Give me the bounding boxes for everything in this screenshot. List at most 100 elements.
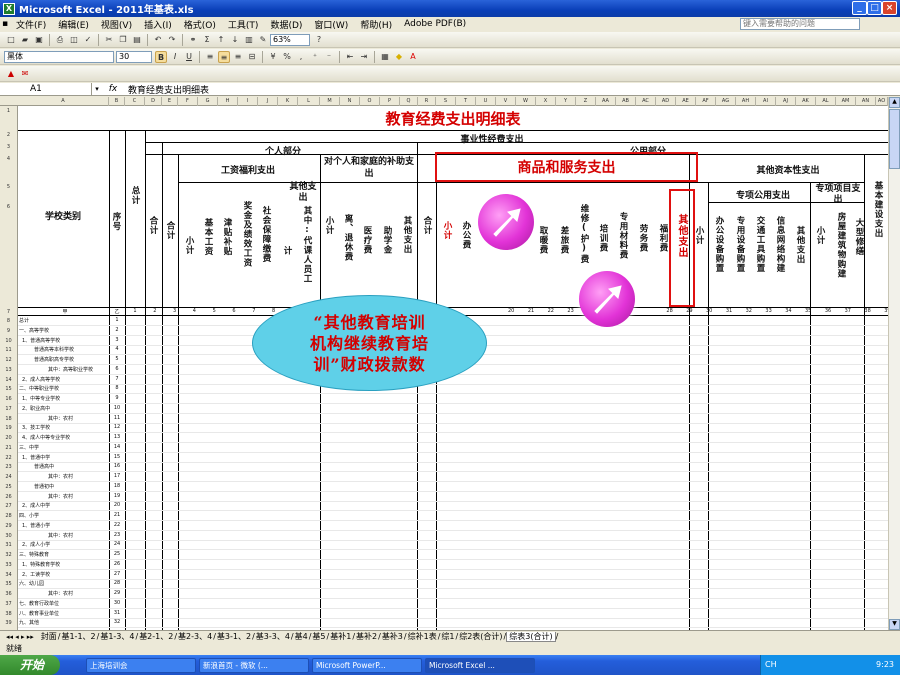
sheet-tab[interactable]: 基3-3、4 xyxy=(255,632,291,641)
row-number[interactable]: 36 xyxy=(0,591,17,597)
sort-desc-icon[interactable]: ↓ xyxy=(229,34,241,46)
borders-icon[interactable]: ▦ xyxy=(379,51,391,63)
row-number[interactable]: 13 xyxy=(0,367,17,373)
row-number[interactable]: 31 xyxy=(0,542,17,548)
sheet-tab[interactable]: 综表3(合计) xyxy=(506,632,556,642)
row-number[interactable]: 37 xyxy=(0,601,17,607)
sheet-tab[interactable]: 基1-3、4 xyxy=(99,632,135,641)
sheet-tab[interactable]: 基补3 xyxy=(381,632,404,641)
column-letter[interactable]: G xyxy=(198,97,218,106)
minimize-button[interactable]: _ xyxy=(852,1,867,15)
column-letter[interactable]: AJ xyxy=(776,97,796,106)
formula-content[interactable]: 教育经费支出明细表 xyxy=(124,83,209,96)
row-number[interactable]: 15 xyxy=(0,386,17,392)
save-icon[interactable]: ▣ xyxy=(33,34,45,46)
row-number[interactable]: 39 xyxy=(0,620,17,626)
font-size-select[interactable]: 30 xyxy=(116,50,152,63)
column-letter[interactable]: AO xyxy=(876,97,888,106)
column-letter[interactable]: A xyxy=(18,97,109,106)
row-number[interactable]: 2 xyxy=(0,132,17,138)
row-number[interactable]: 18 xyxy=(0,416,17,422)
row-number[interactable]: 26 xyxy=(0,494,17,500)
column-letter[interactable]: AF xyxy=(696,97,716,106)
ime-indicator[interactable]: CH xyxy=(765,655,777,675)
task-browser[interactable]: 新浪首页 - 微软 (... xyxy=(199,657,309,673)
row-number[interactable]: 27 xyxy=(0,503,17,509)
task-folder[interactable]: 上海培训会 xyxy=(86,657,196,673)
column-letter[interactable]: B xyxy=(109,97,125,106)
column-letter[interactable]: H xyxy=(218,97,238,106)
row-number[interactable]: 5 xyxy=(0,184,17,190)
row-number[interactable]: 14 xyxy=(0,377,17,383)
help-icon[interactable]: ? xyxy=(313,34,325,46)
sheet-tab[interactable]: 基1-1、2 xyxy=(60,632,96,641)
column-letter[interactable]: W xyxy=(516,97,536,106)
column-letter[interactable]: K xyxy=(278,97,298,106)
outdent-icon[interactable]: ⇤ xyxy=(344,51,356,63)
currency-icon[interactable]: ¥ xyxy=(267,51,279,63)
cut-icon[interactable]: ✂ xyxy=(103,34,115,46)
sheet-tab[interactable]: 基3-1、2 xyxy=(216,632,252,641)
chart-icon[interactable]: ▥ xyxy=(243,34,255,46)
row-number[interactable]: 10 xyxy=(0,338,17,344)
task-powerpoint[interactable]: Microsoft PowerP... xyxy=(312,657,422,673)
inc-decimal-icon[interactable]: ⁺ xyxy=(309,51,321,63)
namebox-dropdown-icon[interactable]: ▾ xyxy=(92,85,102,93)
sheet-tab[interactable]: 综2表(合计) xyxy=(458,632,503,641)
row-number[interactable]: 32 xyxy=(0,552,17,558)
column-letter[interactable]: AC xyxy=(636,97,656,106)
sheet-tab[interactable]: 综1 xyxy=(440,632,455,641)
row-number[interactable]: 7 xyxy=(0,309,17,315)
row-number[interactable]: 3 xyxy=(0,144,17,150)
column-letter[interactable]: L xyxy=(298,97,320,106)
font-color-icon[interactable]: A xyxy=(407,51,419,63)
row-number[interactable]: 11 xyxy=(0,347,17,353)
column-letter[interactable]: N xyxy=(340,97,360,106)
percent-icon[interactable]: % xyxy=(281,51,293,63)
paste-icon[interactable]: ▤ xyxy=(131,34,143,46)
preview-icon[interactable]: ◫ xyxy=(68,34,80,46)
drawing-icon[interactable]: ✎ xyxy=(257,34,269,46)
bold-icon[interactable]: B xyxy=(155,50,167,63)
merge-center-icon[interactable]: ⊟ xyxy=(246,51,258,63)
copy-icon[interactable]: ❐ xyxy=(117,34,129,46)
task-excel[interactable]: Microsoft Excel ... xyxy=(425,657,535,673)
row-number[interactable]: 19 xyxy=(0,425,17,431)
row-number[interactable]: 34 xyxy=(0,572,17,578)
sheet-tab[interactable]: 综补1表 xyxy=(407,632,438,641)
column-letter[interactable]: AK xyxy=(796,97,816,106)
help-search-input[interactable]: 键入需要帮助的问题 xyxy=(740,18,860,30)
row-number[interactable]: 1 xyxy=(0,108,17,114)
column-letter[interactable]: X xyxy=(536,97,556,106)
align-right-icon[interactable]: ≡ xyxy=(232,51,244,63)
column-letter[interactable]: P xyxy=(380,97,400,106)
scroll-up-icon[interactable]: ▲ xyxy=(889,97,900,108)
fx-icon[interactable]: fx xyxy=(102,84,124,94)
sheet-tab[interactable]: 基4 xyxy=(294,632,309,641)
row-number[interactable]: 17 xyxy=(0,406,17,412)
print-icon[interactable]: ⎙ xyxy=(54,34,66,46)
column-letter[interactable]: S xyxy=(436,97,456,106)
redo-icon[interactable]: ↷ xyxy=(166,34,178,46)
vertical-scrollbar[interactable]: ▲ ▼ xyxy=(888,97,900,630)
row-number[interactable]: 33 xyxy=(0,562,17,568)
name-box[interactable]: A1 xyxy=(0,83,92,95)
menu-view[interactable]: 视图(V) xyxy=(95,18,138,31)
pdf-convert-icon[interactable]: ▲ xyxy=(5,68,17,80)
column-letter[interactable]: U xyxy=(476,97,496,106)
row-number[interactable]: 16 xyxy=(0,396,17,402)
row-number[interactable]: 25 xyxy=(0,484,17,490)
dec-decimal-icon[interactable]: ⁻ xyxy=(323,51,335,63)
spell-icon[interactable]: ✓ xyxy=(82,34,94,46)
align-center-icon[interactable]: ≡ xyxy=(218,50,230,63)
sort-asc-icon[interactable]: ↑ xyxy=(215,34,227,46)
column-letter[interactable]: M xyxy=(320,97,340,106)
column-letter[interactable]: AL xyxy=(816,97,836,106)
menu-format[interactable]: 格式(O) xyxy=(178,18,222,31)
zoom-select[interactable]: 63% xyxy=(270,33,310,46)
new-icon[interactable]: □ xyxy=(5,34,17,46)
start-button[interactable]: 开始 xyxy=(0,655,60,675)
row-number[interactable]: 38 xyxy=(0,611,17,617)
font-select[interactable]: 黑体 xyxy=(4,50,114,63)
italic-icon[interactable]: I xyxy=(169,51,181,63)
